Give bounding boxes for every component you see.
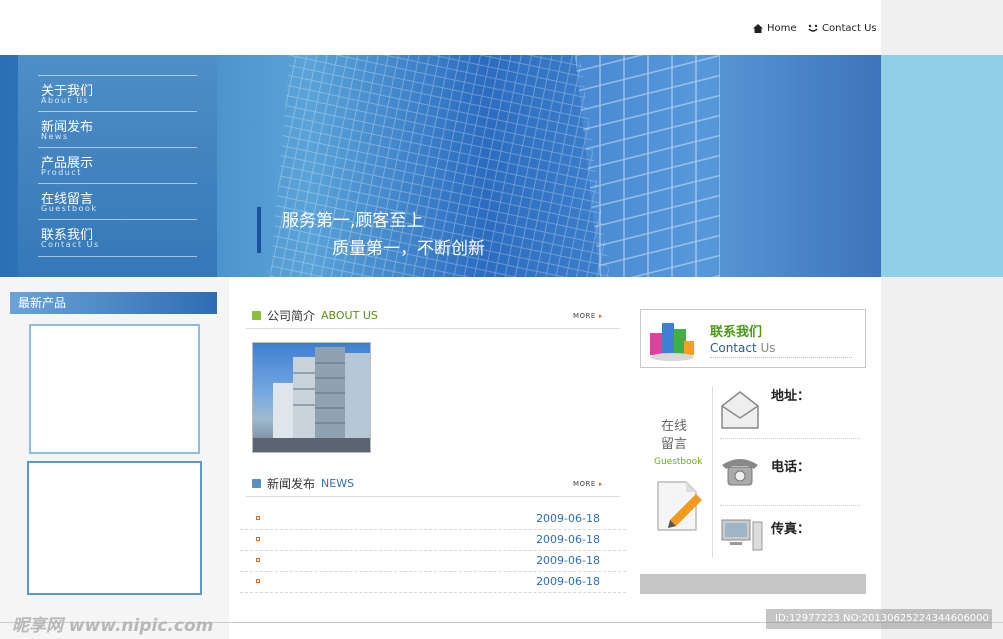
bullet-icon (256, 558, 260, 562)
arrow-icon (252, 478, 261, 488)
chart-blocks-icon (650, 323, 694, 361)
about-more-link[interactable]: MORE ▸ (573, 312, 603, 320)
more-arrow-icon: ▸ (598, 312, 603, 320)
news-date: 2009-06-18 (536, 554, 600, 567)
news-header: 新闻发布 NEWS (252, 473, 354, 493)
company-photo[interactable] (252, 342, 371, 453)
envelope-icon (721, 391, 759, 429)
news-row[interactable]: 2009-06-18 (240, 550, 626, 572)
about-title-cn: 公司简介 (267, 308, 316, 323)
fax-label: 传真： (771, 522, 811, 537)
side-navigation: 关于我们 About Us 新闻发布 News 产品展示 Product 在线留… (18, 55, 217, 277)
news-row[interactable]: 2009-06-18 (240, 571, 626, 593)
bullet-icon (256, 579, 260, 583)
divider (720, 438, 860, 439)
nav-item-guestbook[interactable]: 在线留言 Guestbook (38, 183, 197, 220)
nav-item-sublabel: About Us (41, 96, 90, 105)
guestbook-pencil-icon[interactable] (656, 480, 704, 532)
guestbook-label-cn[interactable]: 在线留言 (661, 418, 693, 454)
news-row[interactable]: 2009-06-18 (240, 529, 626, 551)
contact-footer-bar (640, 574, 866, 594)
contact-title-en-b: Us (756, 341, 776, 355)
nav-item-contact[interactable]: 联系我们 Contact Us (38, 219, 197, 257)
more-label: MORE (573, 480, 596, 488)
news-date: 2009-06-18 (536, 512, 600, 525)
home-link[interactable]: Home (753, 23, 797, 34)
divider (246, 496, 620, 497)
more-label: MORE (573, 312, 596, 320)
nav-item-news[interactable]: 新闻发布 News (38, 111, 197, 148)
divider (720, 505, 860, 506)
telephone-icon (722, 459, 758, 486)
new-products-title: 最新产品 (10, 292, 217, 314)
top-bar (0, 0, 881, 55)
nav-item-sublabel: Product (41, 168, 82, 177)
product-thumbnail[interactable] (29, 324, 200, 454)
contact-title-en: Contact Us (710, 341, 776, 355)
news-title-cn: 新闻发布 (267, 476, 316, 491)
nav-item-sublabel: News (41, 132, 69, 141)
banner-right-filler (881, 55, 1003, 277)
building-photo-graphic (253, 347, 370, 452)
product-thumbnail[interactable] (27, 461, 202, 595)
banner-slogan-line1: 服务第一,顾客至上 (282, 211, 424, 231)
contact-link[interactable]: Contact Us (808, 23, 877, 34)
right-filler (881, 277, 1003, 639)
smile-icon (808, 24, 818, 32)
top-right-filler (881, 0, 1003, 55)
divider-vertical (712, 386, 713, 558)
news-date: 2009-06-18 (536, 575, 600, 588)
about-header: 公司简介 ABOUT US (252, 305, 378, 325)
nav-item-about[interactable]: 关于我们 About Us (38, 75, 197, 112)
about-title-en: ABOUT US (321, 308, 378, 322)
watermark-id: ID:12977223 NO:20130625224344606000 (766, 609, 992, 629)
banner-slogan-line2: 质量第一，不断创新 (332, 239, 485, 259)
computer-icon (721, 519, 763, 551)
contact-link-label: Contact Us (822, 23, 877, 34)
news-title-en: NEWS (321, 476, 355, 490)
bullet-icon (256, 516, 260, 520)
phone-label: 电话： (771, 460, 811, 475)
bullet-icon (256, 537, 260, 541)
watermark-logo: 昵享网 www.nipic.com (12, 616, 214, 636)
slogan-accent-bar (257, 207, 261, 253)
contact-title-en-a: Contact (710, 341, 757, 355)
news-more-link[interactable]: MORE ▸ (573, 480, 603, 488)
contact-title-cn: 联系我们 (710, 325, 763, 340)
home-link-label: Home (767, 23, 797, 34)
address-label: 地址： (771, 389, 811, 404)
nav-item-product[interactable]: 产品展示 Product (38, 147, 197, 184)
home-icon (753, 24, 763, 33)
divider (710, 357, 852, 358)
more-arrow-icon: ▸ (598, 480, 603, 488)
arrow-icon (252, 310, 261, 320)
divider (246, 328, 620, 329)
guestbook-label-en[interactable]: Guestbook (654, 457, 702, 467)
news-date: 2009-06-18 (536, 533, 600, 546)
nav-item-sublabel: Guestbook (41, 204, 98, 213)
nav-item-sublabel: Contact Us (41, 240, 100, 249)
news-row[interactable]: 2009-06-18 (240, 508, 626, 530)
